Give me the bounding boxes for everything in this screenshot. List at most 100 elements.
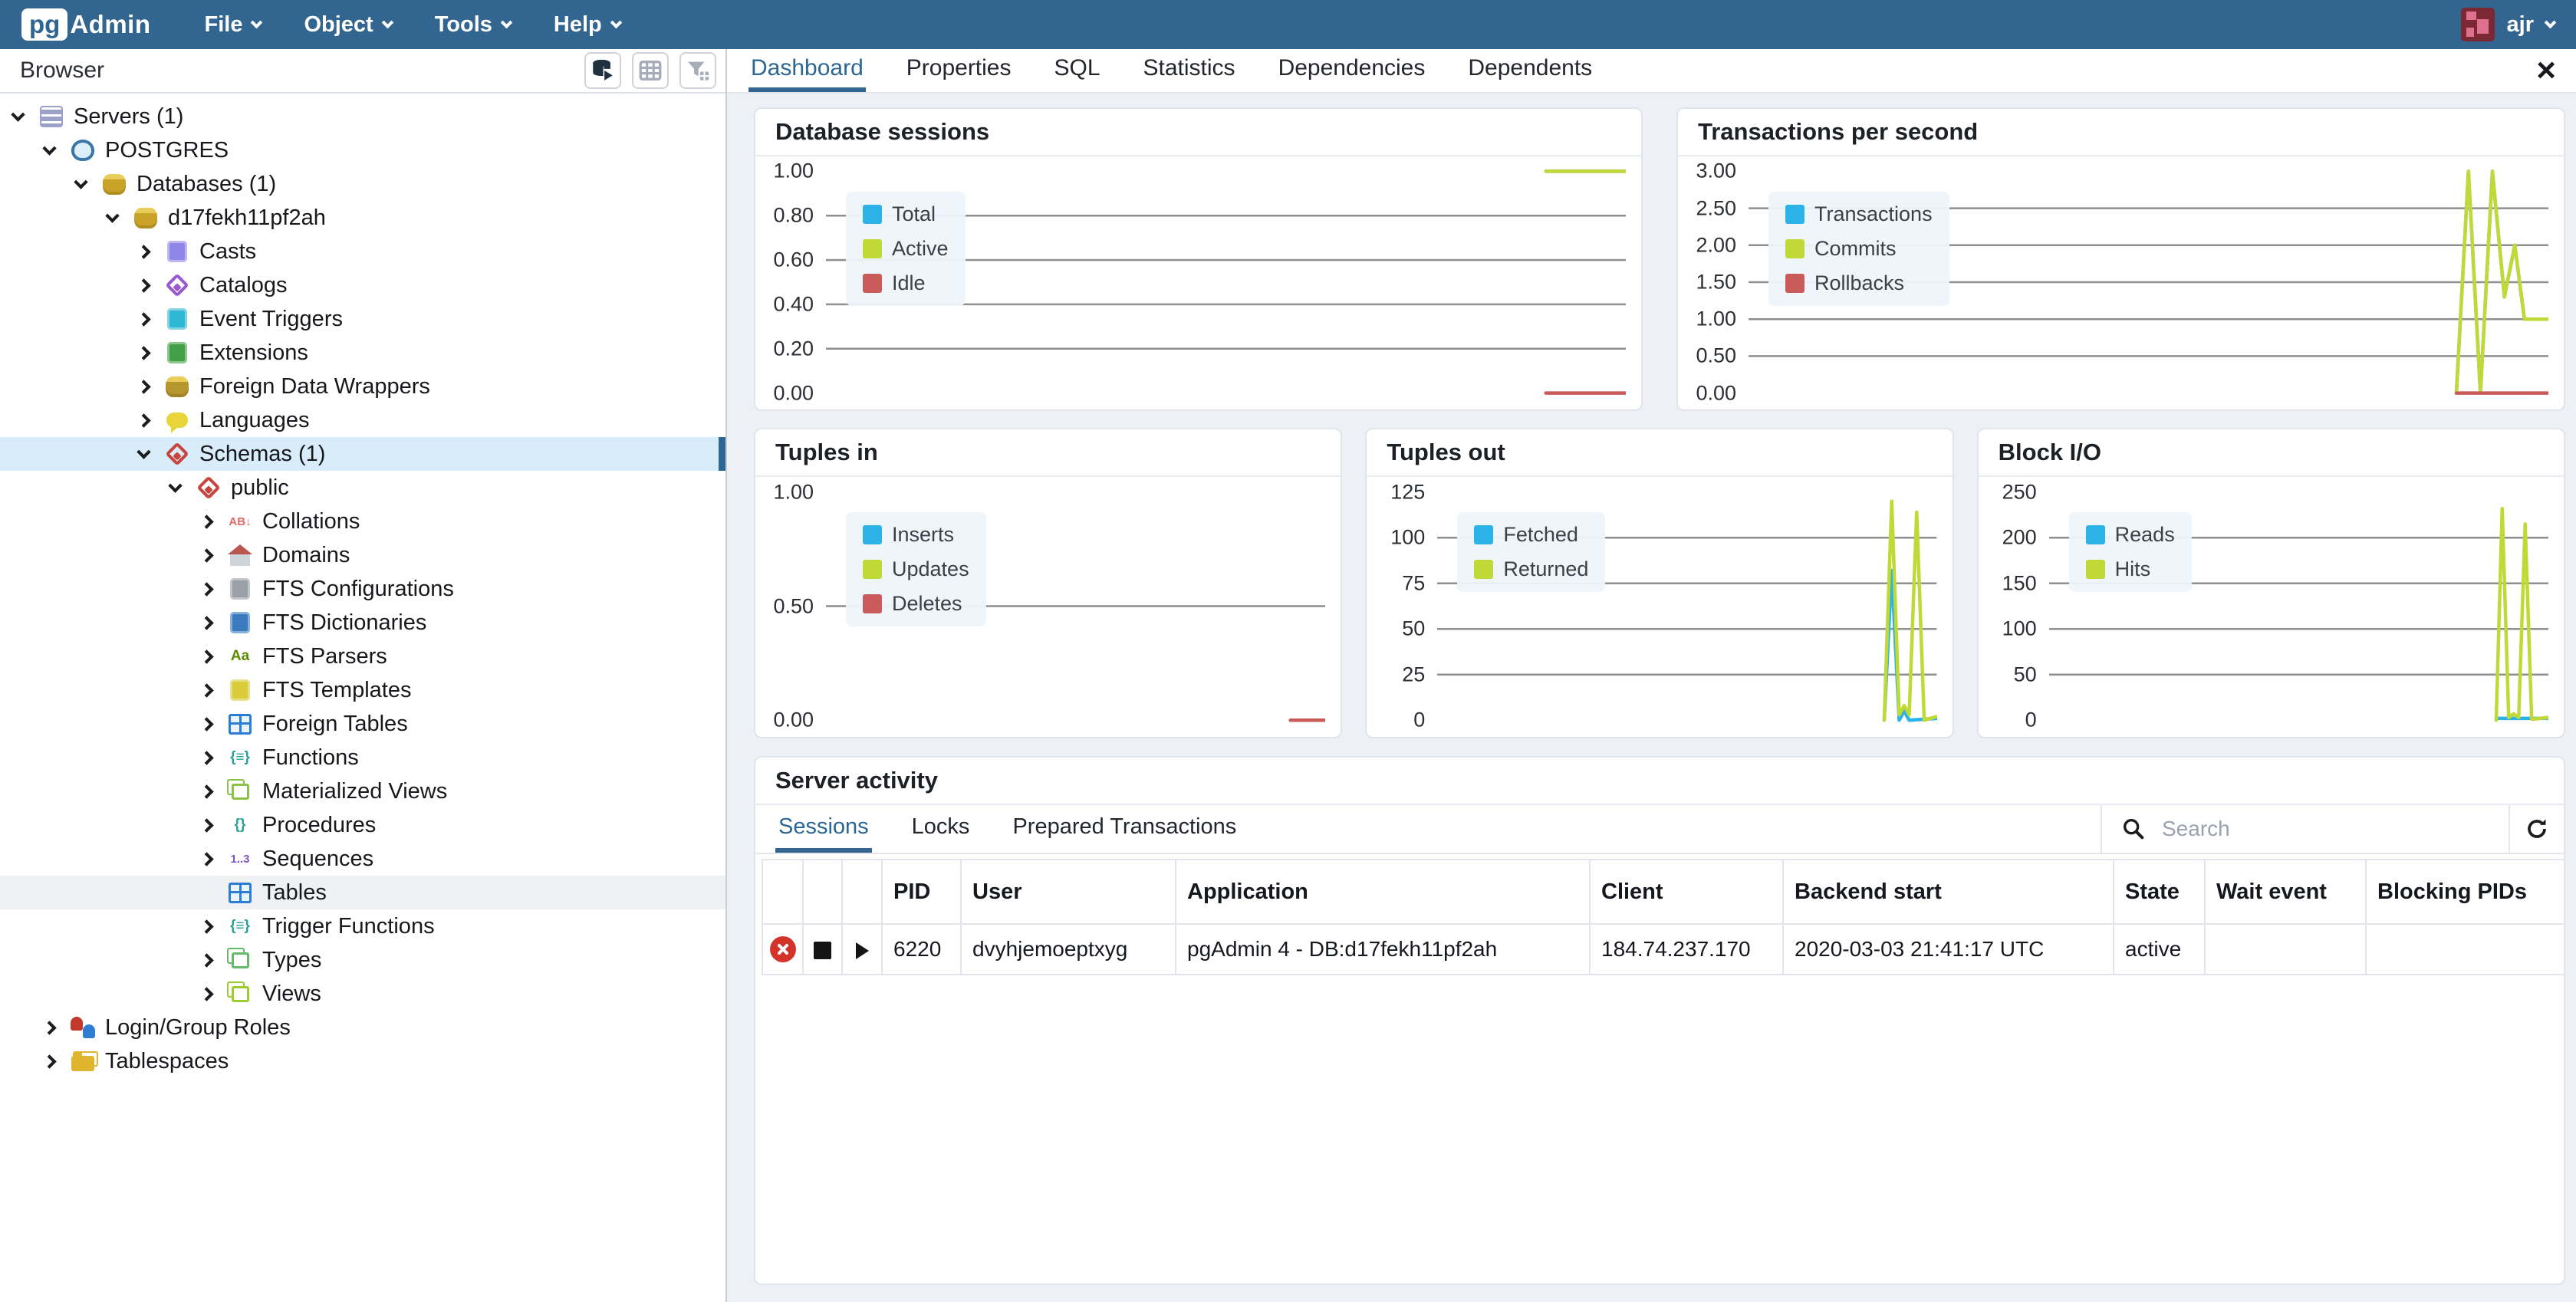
tree-item-functions[interactable]: {≡}Functions — [0, 741, 725, 774]
chevron-down-icon — [501, 16, 513, 28]
expander-icon[interactable] — [199, 852, 213, 866]
tree-item-tables[interactable]: Tables — [0, 876, 725, 909]
dashboard: Database sessions 1.000.800.600.400.200.… — [727, 94, 2576, 1302]
expander-icon[interactable] — [199, 548, 213, 562]
tree-item-languages[interactable]: Languages — [0, 403, 725, 437]
tree-item-procedures[interactable]: {}Procedures — [0, 808, 725, 842]
tab-prepared-transactions[interactable]: Prepared Transactions — [1009, 805, 1239, 853]
menu-object[interactable]: Object — [304, 12, 391, 38]
refresh-button[interactable] — [2509, 805, 2564, 853]
legend-swatch — [1785, 205, 1805, 224]
server-activity-title: Server activity — [755, 758, 2564, 805]
menu-label: Tools — [435, 12, 492, 38]
chevron-down-icon — [2545, 16, 2557, 28]
expander-icon[interactable] — [199, 919, 213, 933]
tree-item-materialized-views[interactable]: Materialized Views — [0, 774, 725, 808]
search-icon — [2120, 816, 2147, 842]
tree-item-event-triggers[interactable]: Event Triggers — [0, 302, 725, 336]
menu-file[interactable]: File — [205, 12, 262, 38]
trigger-functions-icon: {≡} — [224, 912, 256, 941]
expander-icon[interactable] — [42, 141, 56, 155]
expander-icon[interactable] — [137, 278, 150, 292]
tree-item-casts[interactable]: Casts — [0, 235, 725, 268]
tree-item-fts-dictionaries[interactable]: FTS Dictionaries — [0, 606, 725, 639]
user-avatar — [2461, 8, 2495, 41]
tab-statistics[interactable]: Statistics — [1141, 49, 1238, 92]
collations-icon: AB↓ — [224, 507, 256, 536]
tree-item-label: FTS Templates — [262, 678, 411, 703]
menu-tools[interactable]: Tools — [435, 12, 511, 38]
tree-item-databases-1[interactable]: Databases (1) — [0, 167, 725, 201]
expander-icon[interactable] — [199, 582, 213, 596]
expander-icon[interactable] — [168, 478, 182, 492]
tree-item-catalogs[interactable]: Catalogs — [0, 268, 725, 302]
tree-item-sequences[interactable]: 1..3Sequences — [0, 842, 725, 876]
expander-icon[interactable] — [137, 312, 150, 326]
expander-icon[interactable] — [199, 616, 213, 630]
tree-item-fts-configurations[interactable]: FTS Configurations — [0, 572, 725, 606]
tree-item-schemas-1[interactable]: Schemas (1) — [0, 437, 725, 471]
schemas-icon — [161, 439, 193, 469]
tab-dashboard[interactable]: Dashboard — [748, 49, 866, 92]
tree-item-d17fekh11pf2ah[interactable]: d17fekh11pf2ah — [0, 201, 725, 235]
expander-icon[interactable] — [199, 649, 213, 663]
chart-title: Transactions per second — [1678, 109, 2564, 156]
menubar: File Object Tools Help — [205, 12, 2461, 38]
expander-icon[interactable] — [11, 107, 25, 121]
expander-icon[interactable] — [137, 245, 150, 258]
expander-icon[interactable] — [74, 175, 87, 189]
tab-dependencies[interactable]: Dependencies — [1276, 49, 1428, 92]
expander-icon[interactable] — [137, 413, 150, 427]
tree-item-types[interactable]: Types — [0, 943, 725, 977]
tree-item-fts-templates[interactable]: FTS Templates — [0, 673, 725, 707]
tree-item-extensions[interactable]: Extensions — [0, 336, 725, 370]
tree-item-views[interactable]: Views — [0, 977, 725, 1011]
expander-icon[interactable] — [199, 515, 213, 528]
tree-item-label: Collations — [262, 509, 360, 534]
expander-icon[interactable] — [199, 683, 213, 697]
tree-item-trigger-functions[interactable]: {≡}Trigger Functions — [0, 909, 725, 943]
tree-item-domains[interactable]: Domains — [0, 538, 725, 572]
cancel-query-icon[interactable] — [814, 942, 831, 959]
expander-icon[interactable] — [199, 751, 213, 764]
expander-icon[interactable] — [199, 818, 213, 832]
tab-sessions[interactable]: Sessions — [775, 805, 872, 853]
menu-help[interactable]: Help — [554, 12, 620, 38]
tree-item-foreign-tables[interactable]: Foreign Tables — [0, 707, 725, 741]
expander-icon[interactable] — [199, 717, 213, 731]
filter-icon — [685, 58, 711, 84]
tree-item-login-group-roles[interactable]: Login/Group Roles — [0, 1011, 725, 1044]
expander-icon[interactable] — [137, 346, 150, 360]
tree-item-label: FTS Configurations — [262, 577, 454, 602]
tab-dependents[interactable]: Dependents — [1466, 49, 1594, 92]
tab-sql[interactable]: SQL — [1052, 49, 1103, 92]
expander-icon[interactable] — [42, 1021, 56, 1034]
expander-icon[interactable] — [137, 380, 150, 393]
expander-icon[interactable] — [137, 445, 150, 459]
tab-properties[interactable]: Properties — [904, 49, 1014, 92]
tree-item-foreign-data-wrappers[interactable]: Foreign Data Wrappers — [0, 370, 725, 403]
tree-item-postgres[interactable]: POSTGRES — [0, 133, 725, 167]
terminate-session-icon[interactable] — [770, 936, 796, 962]
tree-item-collations[interactable]: AB↓Collations — [0, 505, 725, 538]
expander-icon[interactable] — [199, 953, 213, 967]
tree-item-fts-parsers[interactable]: AaFTS Parsers — [0, 639, 725, 673]
view-data-button[interactable] — [632, 52, 669, 89]
search-input[interactable] — [2160, 816, 2490, 842]
pgadmin-logo[interactable]: pg Admin — [21, 8, 151, 41]
expander-icon[interactable] — [199, 987, 213, 1001]
tree-item-tablespaces[interactable]: Tablespaces — [0, 1044, 725, 1078]
tree-item-servers-1[interactable]: Servers (1) — [0, 100, 725, 133]
tab-locks[interactable]: Locks — [909, 805, 973, 853]
tree-item-public[interactable]: public — [0, 471, 725, 505]
query-tool-button[interactable] — [584, 52, 621, 89]
expand-row-icon[interactable] — [856, 942, 869, 959]
expander-icon[interactable] — [42, 1054, 56, 1068]
filtered-rows-button[interactable] — [679, 52, 716, 89]
legend-label: Inserts — [892, 523, 954, 547]
expander-icon[interactable] — [199, 784, 213, 798]
user-menu[interactable]: ajr — [2461, 8, 2555, 41]
views-icon — [224, 979, 256, 1008]
close-icon[interactable]: × — [2536, 57, 2556, 84]
expander-icon[interactable] — [105, 209, 119, 222]
